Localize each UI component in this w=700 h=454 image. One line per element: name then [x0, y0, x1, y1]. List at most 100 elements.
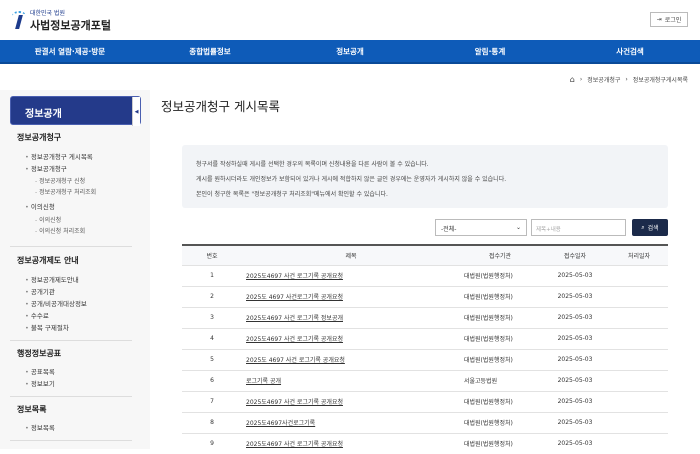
sidebar-item[interactable]: 정보공개제도안내 [25, 274, 79, 284]
sidebar-item[interactable]: 이의신청 [25, 201, 55, 211]
search-icon: ⌕ [641, 223, 645, 231]
row-number: 3 [182, 306, 242, 328]
page-title: 정보공개청구 게시목록 [161, 99, 280, 114]
row-processed-date [610, 348, 668, 370]
row-title-link[interactable]: 로그기록 공개 [246, 378, 281, 385]
logo[interactable]: 대한민국 법원 사법정보공개포털 [12, 8, 111, 33]
sidebar-item[interactable]: 불복 구제절차 [25, 322, 69, 332]
logo-icon [12, 10, 26, 31]
table-row: 6 로그기록 공개 서울고등법원 2025-05-03 [182, 369, 668, 391]
row-title-link[interactable]: 2025도 4697 사건로그기록 공개요청 [246, 294, 343, 301]
main-nav: 판결서 열람·제공·방문 종합법률정보 정보공개 알림·통계 사건검색 [0, 40, 700, 64]
row-agency: 대법원(법원행정처) [460, 306, 540, 328]
row-agency: 대법원(법원행정처) [460, 411, 540, 433]
column-header: 번호 [182, 244, 242, 265]
row-agency: 대법원(법원행정처) [460, 432, 540, 454]
breadcrumb-item[interactable]: 정보공개청구 [587, 75, 620, 84]
row-number: 9 [182, 432, 242, 454]
breadcrumb-item[interactable]: 정보공개청구게시목록 [633, 75, 688, 84]
sidebar-section-title: 행정정보공표 [17, 349, 62, 358]
sidebar-item[interactable]: 공개/비공개대상정보 [25, 298, 87, 308]
row-title-link[interactable]: 2025도4697 사건 로그기록 공개요청 [246, 273, 343, 280]
row-agency: 대법원(법원행정처) [460, 327, 540, 349]
sidebar-item[interactable]: 수수료 [25, 310, 49, 320]
row-title-link[interactable]: 2025도4697 사건 로그기록 정보공개 [246, 315, 343, 322]
sidebar-section-title: 정보목록 [17, 405, 47, 414]
search-input[interactable]: 제목+내용 [531, 219, 626, 236]
sidebar-title: 정보공개 ◀ [10, 96, 141, 126]
table-row: 5 2025도 4697 사건 로그기록 공개요청 대법원(법원행정처) 202… [182, 348, 668, 370]
login-label: 로그인 [664, 17, 682, 24]
info-text: 게시를 원하시더라도 개인정보가 보함되어 있거나 게시에 적합하지 않은 글인… [196, 176, 507, 183]
login-icon: ⇥ [656, 16, 662, 23]
nav-item[interactable]: 정보공개 [280, 46, 420, 57]
row-processed-date [610, 264, 668, 286]
breadcrumb: ⌂ › 정보공개청구 › 정보공개청구게시목록 [570, 75, 688, 84]
row-title-link[interactable]: 2025도4697사건로그기록 [246, 420, 315, 427]
sidebar-item[interactable]: 공개기관 [25, 286, 55, 296]
row-received-date: 2025-05-03 [540, 327, 610, 349]
row-agency: 대법원(법원행정처) [460, 390, 540, 412]
search-category-select[interactable]: -전체- ⌄ [435, 219, 527, 236]
row-title-link[interactable]: 2025도4697 사건 로그기록 공개요청 [246, 441, 343, 448]
sidebar-subitem[interactable]: 이의신청 처리조회 [35, 226, 85, 235]
divider [10, 246, 132, 247]
column-header: 제목 [242, 244, 460, 265]
nav-item[interactable]: 알림·통계 [420, 46, 560, 57]
row-received-date: 2025-05-03 [540, 390, 610, 412]
info-text: 본인이 청구한 목록은 "정보공개청구 처리조회"메뉴에서 확인할 수 있습니다… [196, 191, 388, 198]
info-box: 청구서를 작성하실때 게시를 선택한 경우의 목록이며 신청내용을 다른 사람이… [182, 145, 668, 208]
row-number: 8 [182, 411, 242, 433]
home-icon[interactable]: ⌂ [570, 75, 575, 84]
separator: › [579, 76, 583, 83]
request-table: 번호 제목 접수기관 접수일자 처리일자 1 2025도4697 사건 로그기록… [182, 244, 668, 454]
row-title-link[interactable]: 2025도4697 사건 로그기록 공개요청 [246, 336, 343, 343]
table-row: 9 2025도4697 사건 로그기록 공개요청 대법원(법원행정처) 2025… [182, 432, 668, 454]
nav-item[interactable]: 종합법률정보 [140, 46, 280, 57]
row-number: 7 [182, 390, 242, 412]
divider [10, 396, 132, 397]
login-button[interactable]: ⇥ 로그인 [650, 12, 688, 27]
row-received-date: 2025-05-03 [540, 348, 610, 370]
sidebar-item[interactable]: 공표목록 [25, 366, 55, 376]
row-processed-date [610, 327, 668, 349]
row-title-link[interactable]: 2025도4697 사건 로그기록 공개요청 [246, 399, 343, 406]
info-text: 청구서를 작성하실때 게시를 선택한 경우의 목록이며 신청내용을 다른 사람이… [196, 161, 429, 168]
search-placeholder: 제목+내용 [536, 227, 561, 233]
sidebar-item[interactable]: 정보공개청구 게시목록 [25, 151, 93, 161]
search-button[interactable]: ⌕ 검색 [632, 219, 668, 236]
nav-item[interactable]: 사건검색 [560, 46, 700, 57]
row-received-date: 2025-05-03 [540, 432, 610, 454]
collapse-sidebar-button[interactable]: ◀ [132, 97, 140, 126]
chevron-down-icon: ⌄ [515, 224, 521, 231]
row-number: 4 [182, 327, 242, 349]
logo-title: 사법정보공개포털 [30, 19, 111, 32]
select-value: -전체- [441, 226, 457, 233]
table-row: 3 2025도4697 사건 로그기록 정보공개 대법원(법원행정처) 2025… [182, 306, 668, 328]
table-row: 2 2025도 4697 사건로그기록 공개요청 대법원(법원행정처) 2025… [182, 285, 668, 307]
sidebar-subitem[interactable]: 정보공개청구 처리조회 [35, 187, 96, 196]
row-processed-date [610, 411, 668, 433]
sidebar-subitem[interactable]: 정보공개청구 신청 [35, 176, 85, 185]
row-number: 6 [182, 369, 242, 391]
sidebar-item[interactable]: 정보보기 [25, 378, 55, 388]
row-processed-date [610, 369, 668, 391]
column-header: 처리일자 [610, 244, 668, 265]
nav-item[interactable]: 판결서 열람·제공·방문 [0, 46, 140, 57]
table-row: 8 2025도4697사건로그기록 대법원(법원행정처) 2025-05-03 [182, 411, 668, 433]
search-button-label: 검색 [647, 225, 659, 232]
row-number: 1 [182, 264, 242, 286]
row-agency: 대법원(법원행정처) [460, 285, 540, 307]
row-processed-date [610, 306, 668, 328]
row-agency: 서울고등법원 [460, 369, 540, 391]
row-number: 2 [182, 285, 242, 307]
sidebar-subitem[interactable]: 이의신청 [35, 215, 61, 224]
divider [10, 340, 132, 341]
sidebar-section-title: 정보공개청구 [17, 133, 62, 142]
sidebar-item[interactable]: 정보공개청구 [25, 163, 67, 173]
row-title-link[interactable]: 2025도 4697 사건 로그기록 공개요청 [246, 357, 345, 364]
row-processed-date [610, 390, 668, 412]
row-received-date: 2025-05-03 [540, 285, 610, 307]
sidebar-item[interactable]: 정보목록 [25, 422, 55, 432]
row-agency: 대법원(법원행정처) [460, 264, 540, 286]
